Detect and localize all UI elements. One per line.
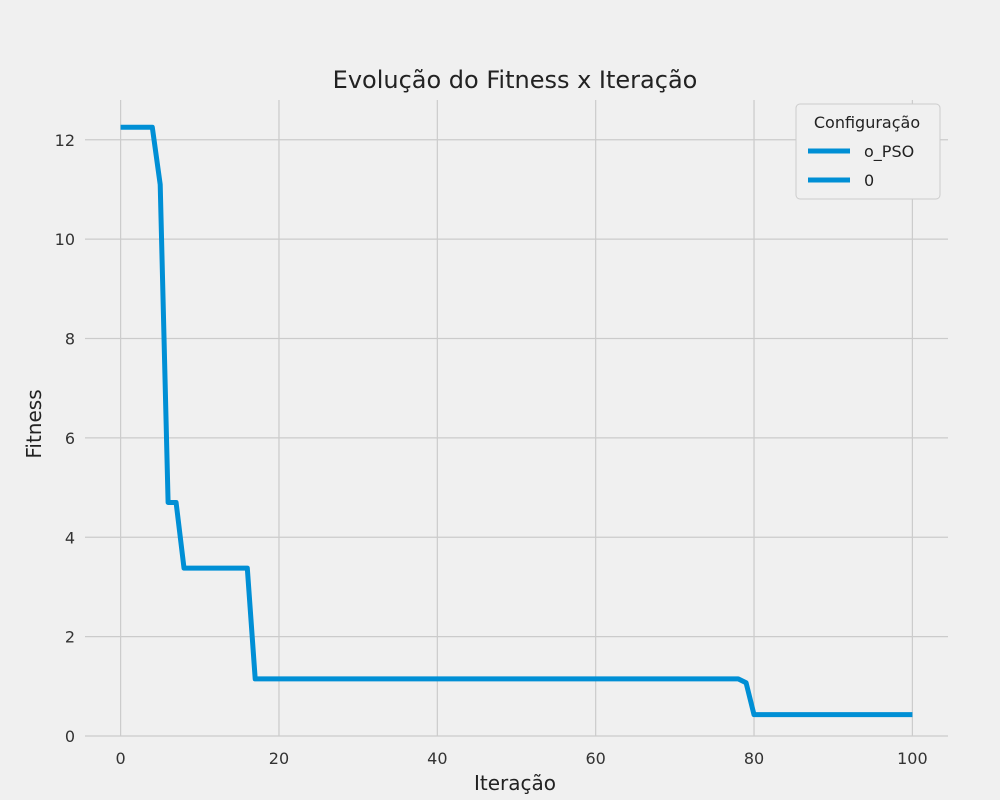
series-line-o_PSO [120,124,913,718]
y-tick-label: 6 [65,429,75,448]
axis-ticks: 0 20 40 60 80 100 0 2 4 6 8 10 12 [55,131,928,768]
y-tick-label: 10 [55,230,75,249]
x-tick-label: 60 [585,749,605,768]
y-tick-label: 2 [65,628,75,647]
x-tick-label: 80 [744,749,764,768]
y-tick-label: 8 [65,330,75,349]
legend-entry-label: 0 [864,171,874,190]
series-layer [120,124,913,718]
chart-title: Evolução do Fitness x Iteração [333,66,698,94]
y-tick-label: 0 [65,727,75,746]
x-tick-label: 100 [897,749,928,768]
y-tick-label: 12 [55,131,75,150]
x-tick-label: 20 [269,749,289,768]
fitness-chart: 0 20 40 60 80 100 0 2 4 6 8 10 12 Evolução do Fitnes… [22,66,948,795]
y-axis-title: Fitness [22,389,46,458]
x-axis-title: Iteração [474,771,556,795]
legend-title: Configuração [814,113,920,132]
legend-entry-label: o_PSO [864,142,914,162]
y-tick-label: 4 [65,528,75,547]
legend: Configuração o_PSO 0 [795,103,941,200]
x-tick-label: 0 [116,749,126,768]
x-tick-label: 40 [427,749,447,768]
